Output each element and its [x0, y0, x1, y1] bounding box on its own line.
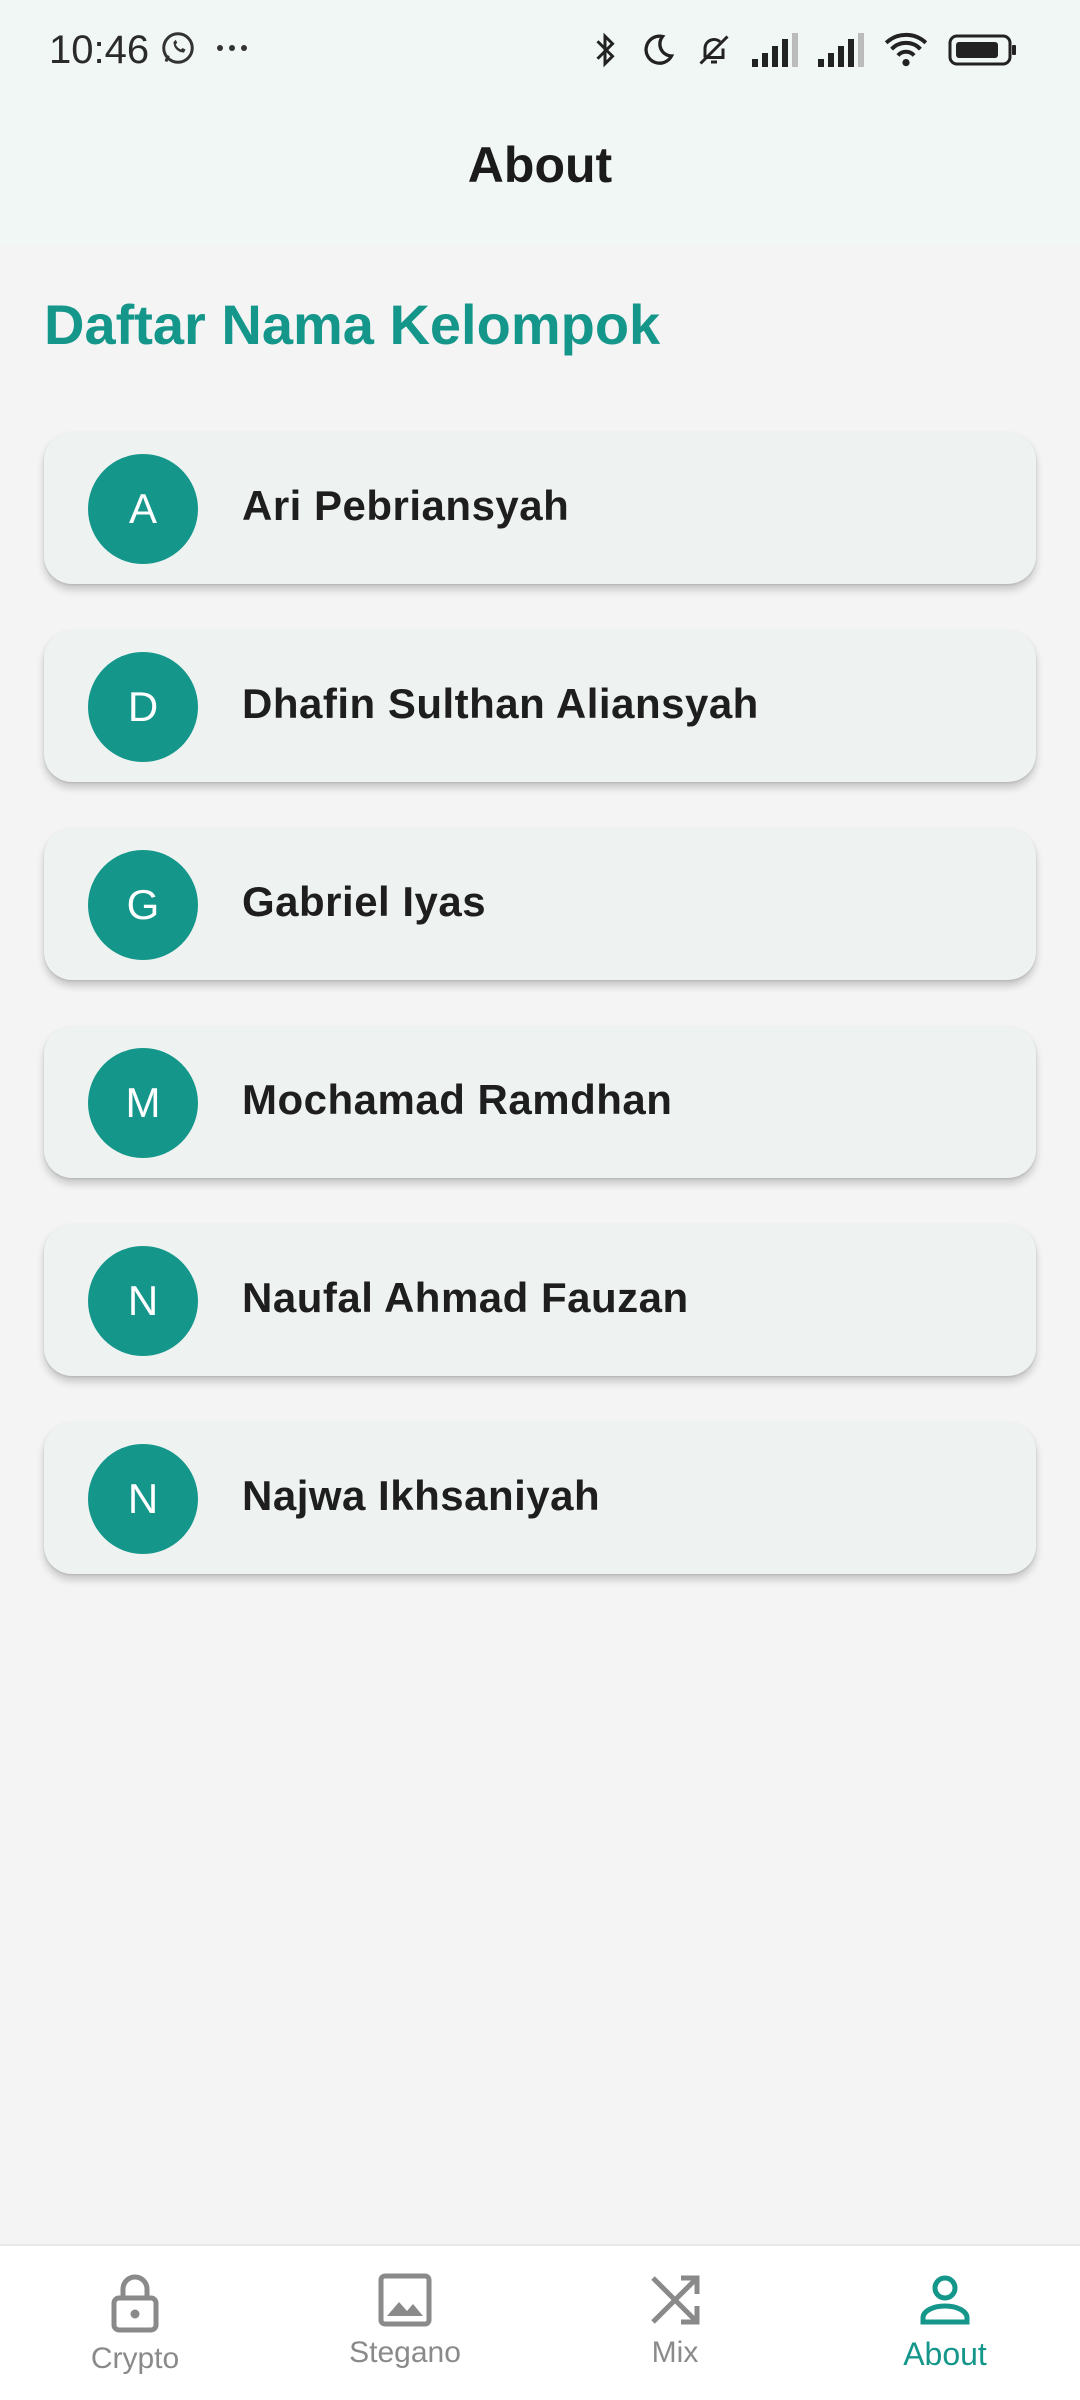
avatar: N: [88, 1246, 198, 1356]
list-item: D Dhafin Sulthan Aliansyah: [44, 630, 1036, 782]
member-name: Dhafin Sulthan Aliansyah: [242, 680, 759, 727]
whatsapp-icon: [160, 30, 196, 66]
nav-item-mix[interactable]: Mix: [540, 2246, 810, 2400]
member-list: A Ari Pebriansyah D Dhafin Sulthan Alian…: [44, 432, 1036, 1620]
page-title: About: [467, 137, 613, 193]
avatar: D: [88, 652, 198, 762]
nav-item-about[interactable]: About: [810, 2246, 1080, 2400]
shuffle-icon: [647, 2272, 703, 2328]
nav-item-stegano[interactable]: Stegano: [270, 2246, 540, 2400]
status-bar: 10:46: [0, 0, 1080, 104]
nav-label: Stegano: [349, 2336, 461, 2369]
member-name: Gabriel Iyas: [242, 878, 487, 925]
image-icon: [377, 2272, 433, 2328]
list-item: N Naufal Ahmad Fauzan: [44, 1224, 1036, 1376]
bluetooth-icon: [590, 30, 620, 70]
wifi-icon: [884, 32, 928, 68]
avatar: G: [88, 850, 198, 960]
nav-label: About: [903, 2336, 987, 2372]
top-app-bar: About: [0, 104, 1080, 244]
nav-item-crypto[interactable]: Crypto: [0, 2246, 270, 2400]
list-item: A Ari Pebriansyah: [44, 432, 1036, 584]
member-name: Ari Pebriansyah: [242, 482, 570, 529]
signal-icon: [818, 33, 864, 67]
bell-off-icon: [696, 32, 732, 68]
lock-icon: [109, 2272, 161, 2334]
nav-label: Crypto: [90, 2342, 180, 2375]
list-item: G Gabriel Iyas: [44, 828, 1036, 980]
more-dots-icon: [214, 42, 250, 54]
status-time: 10:46: [49, 28, 150, 72]
list-item: M Mochamad Ramdhan: [44, 1026, 1036, 1178]
member-name: Najwa Ikhsaniyah: [242, 1472, 601, 1519]
member-name: Mochamad Ramdhan: [242, 1076, 673, 1123]
list-item: N Najwa Ikhsaniyah: [44, 1422, 1036, 1574]
member-name: Naufal Ahmad Fauzan: [242, 1274, 689, 1321]
avatar: N: [88, 1444, 198, 1554]
signal-icon: [752, 33, 798, 67]
section-title: Daftar Nama Kelompok: [44, 293, 661, 356]
battery-icon: [948, 33, 1018, 67]
person-icon: [917, 2272, 973, 2328]
avatar: M: [88, 1048, 198, 1158]
bottom-navigation: Crypto Stegano Mix About: [0, 2244, 1080, 2400]
moon-icon: [640, 32, 676, 68]
avatar: A: [88, 454, 198, 564]
nav-label: Mix: [651, 2336, 699, 2369]
